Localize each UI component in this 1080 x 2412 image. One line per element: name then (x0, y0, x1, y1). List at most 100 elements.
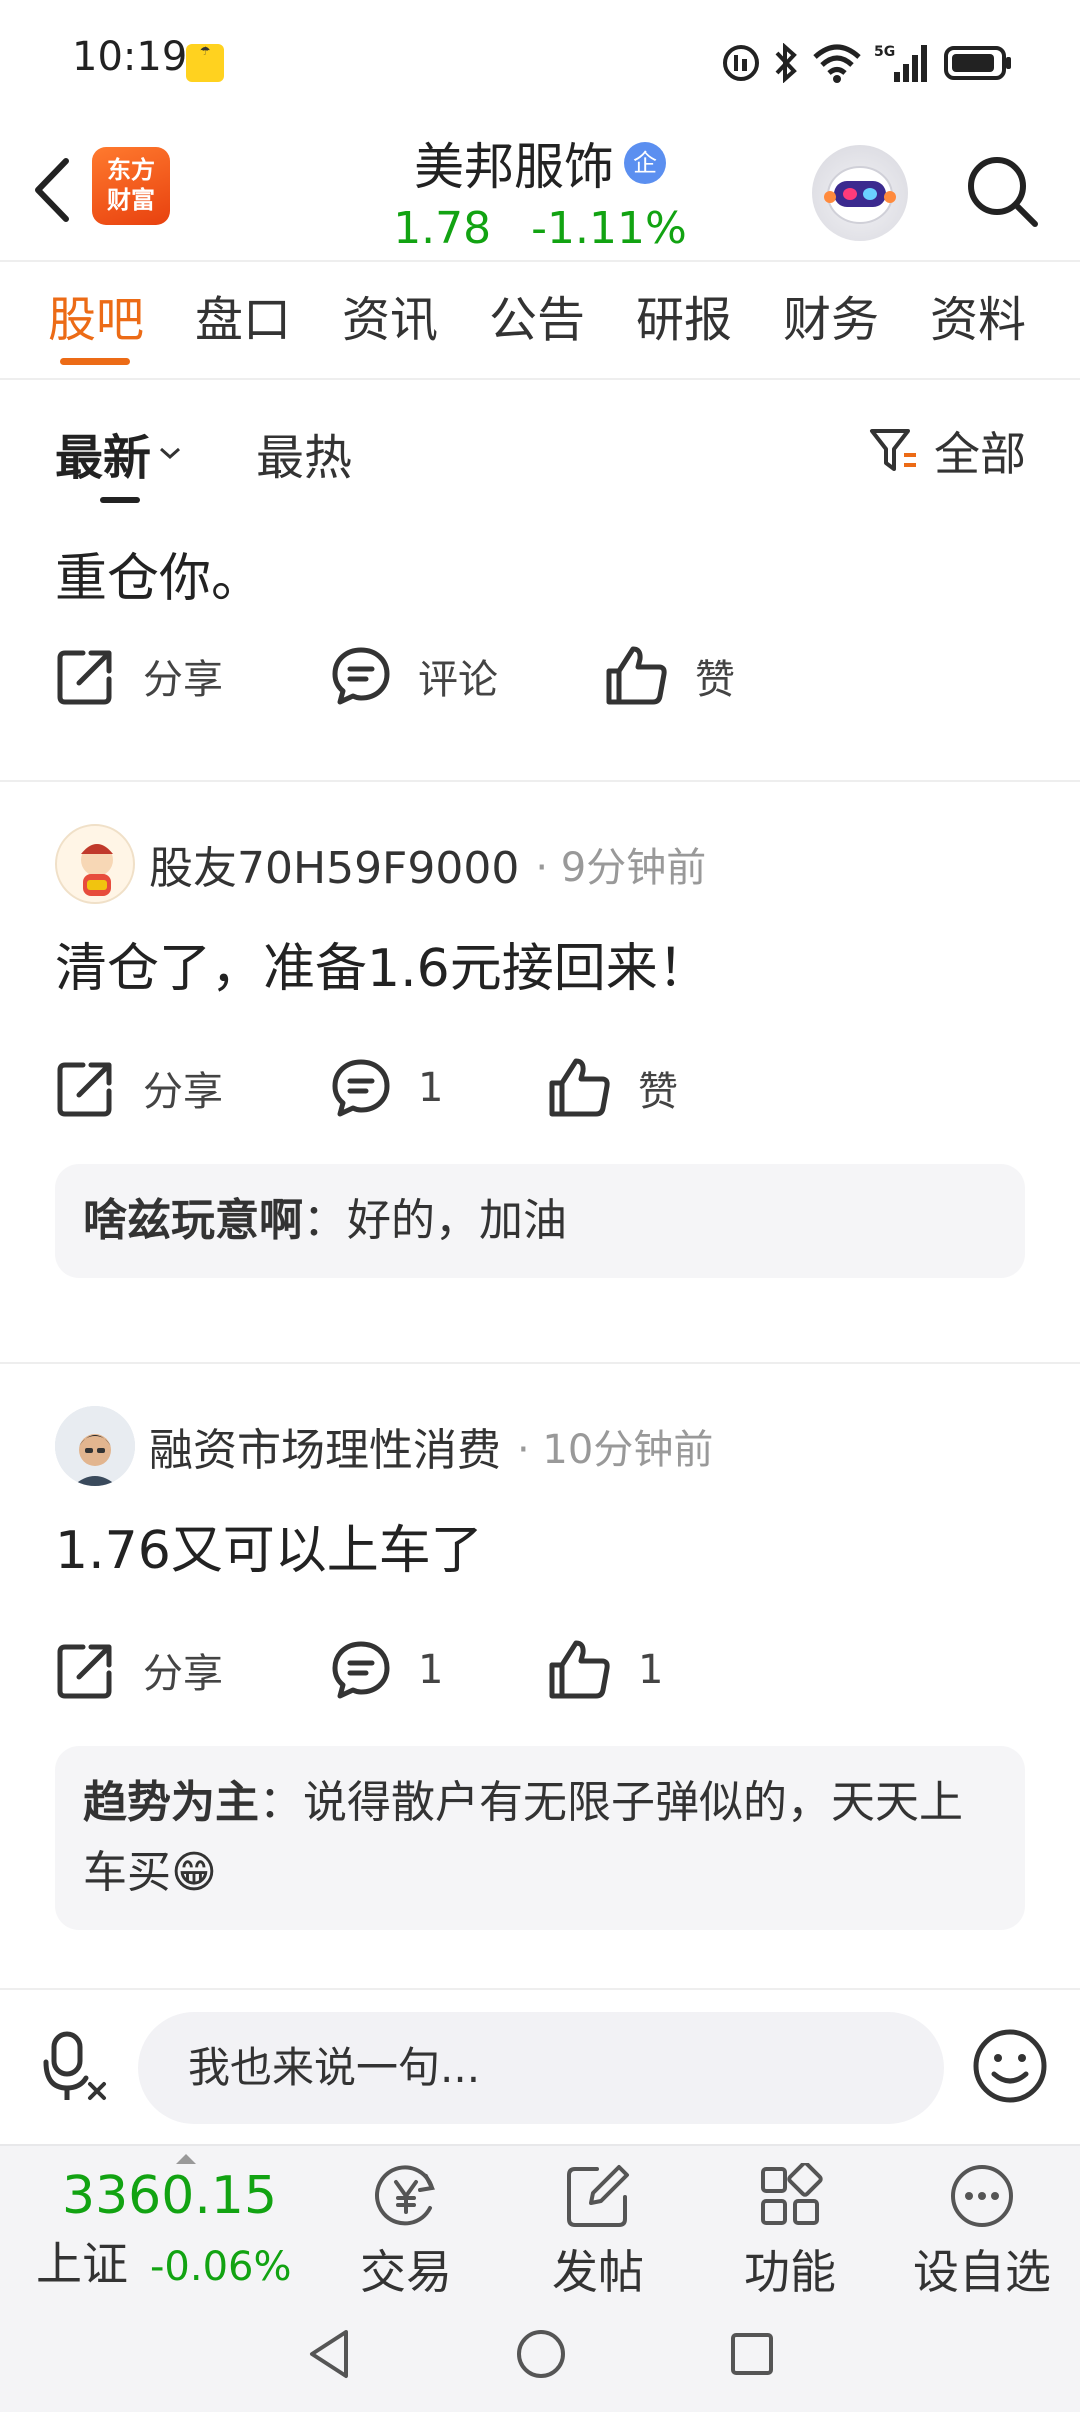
tab-pankou[interactable]: 盘口 (195, 261, 342, 379)
nav-label: 功能 (744, 2245, 836, 2299)
comment-icon (332, 1059, 390, 1117)
share-label: 分享 (143, 1651, 223, 1697)
ai-assistant-avatar[interactable] (812, 145, 908, 241)
tab-guba[interactable]: 股吧 (48, 261, 195, 379)
sort-latest-dropdown[interactable]: 最新 (55, 418, 183, 488)
filter-button[interactable]: 全部 (868, 418, 1026, 484)
status-indicators: 5G (722, 38, 1014, 88)
share-label: 分享 (143, 1069, 223, 1115)
battery-icon (944, 46, 1011, 80)
comment-icon (332, 647, 390, 705)
eastmoney-logo[interactable]: 东方 财富 (92, 147, 170, 225)
share-icon (57, 650, 112, 705)
reply-user[interactable]: 啥兹玩意啊 (83, 1195, 303, 1246)
sort-active-indicator (100, 497, 140, 503)
tab-finance[interactable]: 财务 (783, 261, 930, 379)
svg-text:5G: 5G (874, 44, 895, 60)
comment-count: 1 (418, 1065, 444, 1111)
comment-input[interactable]: 我也来说一句... (138, 2012, 944, 2124)
voice-input-button[interactable] (40, 2028, 120, 2108)
system-navigation-bar (0, 2296, 1080, 2412)
like-button[interactable]: 赞 (605, 645, 735, 707)
tab-profile[interactable]: 资料 (930, 261, 1077, 379)
post-author[interactable]: 股友70H59F9000 · 9分钟前 (55, 824, 1025, 904)
tab-research[interactable]: 研报 (636, 261, 783, 379)
comment-button[interactable]: 评论 (330, 645, 605, 707)
post-item[interactable]: 融资市场理性消费 · 10分钟前 1.76又可以上车了 分享 1 1 趋势为主：… (0, 1406, 1080, 1988)
recents-square-icon[interactable] (728, 2330, 776, 2378)
post-feed[interactable]: 重仓你。 分享 评论 赞 股友70H59F9000 · 9分钟前 清仓了，准备1… (0, 520, 1080, 1988)
sort-hot-button[interactable]: 最热 (256, 418, 352, 488)
status-bar: 10:19 ☂ 5G (0, 0, 1080, 125)
reply-preview[interactable]: 啥兹玩意啊：好的，加油 (55, 1164, 1025, 1278)
post-content: 重仓你。 (55, 549, 264, 609)
post-actions: 分享 评论 赞 (55, 636, 1025, 716)
home-circle-icon[interactable] (514, 2327, 568, 2381)
reply-preview[interactable]: 趋势为主：说得散户有无限子弹似的，天天上车买😁 (55, 1746, 1025, 1930)
more-circle-icon (951, 2165, 1013, 2227)
share-button[interactable]: 分享 (55, 1057, 330, 1119)
index-name: 上证 (36, 2237, 128, 2291)
back-button[interactable] (22, 145, 82, 235)
search-button[interactable] (958, 147, 1048, 237)
market-index-widget[interactable]: 3360.15 上证 -0.06% (36, 2154, 326, 2294)
share-icon (57, 1644, 112, 1699)
sort-latest-label: 最新 (55, 430, 152, 486)
share-button[interactable]: 分享 (55, 1639, 330, 1701)
search-icon (968, 157, 1038, 227)
post-content: 1.76又可以上车了 (55, 1521, 483, 1581)
nav-label: 设自选 (913, 2245, 1051, 2299)
share-label: 分享 (143, 657, 223, 703)
cellular-signal-icon: 5G (874, 44, 927, 82)
user-name[interactable]: 股友70H59F9000 (149, 832, 519, 896)
nav-add-watchlist[interactable]: 设自选 (902, 2156, 1062, 2302)
bluetooth-icon (775, 43, 797, 83)
microphone-icon (43, 2031, 106, 2100)
edit-post-icon (567, 2165, 629, 2227)
reply-user[interactable]: 趋势为主 (83, 1777, 259, 1828)
enterprise-badge: 企 (624, 142, 666, 184)
user-avatar[interactable] (55, 824, 135, 904)
like-button[interactable]: 赞 (548, 1057, 678, 1119)
comment-button[interactable]: 1 (330, 1057, 548, 1119)
comment-button[interactable]: 1 (330, 1639, 548, 1701)
nav-functions[interactable]: 功能 (710, 2156, 870, 2302)
nav-label: 交易 (360, 2245, 452, 2299)
like-label: 赞 (638, 1069, 678, 1115)
post-item[interactable]: 股友70H59F9000 · 9分钟前 清仓了，准备1.6元接回来！ 分享 1 … (0, 824, 1080, 1364)
filter-icon (870, 429, 916, 471)
stock-change: -1.11% (531, 203, 687, 254)
comment-label: 评论 (418, 657, 498, 703)
nav-label: 发帖 (552, 2245, 644, 2299)
weather-app-icon: ☂ (186, 44, 224, 82)
user-name[interactable]: 融资市场理性消费 (149, 1414, 501, 1478)
comment-count: 1 (418, 1647, 444, 1693)
stock-tabs: 股吧 盘口 资讯 公告 研报 财务 资料 (0, 262, 1080, 380)
status-time: 10:19 (72, 34, 188, 80)
reply-text: ：好的，加油 (303, 1195, 567, 1246)
sort-bar: 最新 最热 全部 (0, 380, 1080, 520)
back-triangle-icon[interactable] (304, 2326, 354, 2382)
yen-exchange-icon (375, 2165, 435, 2226)
smiley-icon (973, 2029, 1047, 2103)
post-time: · 9分钟前 (535, 845, 707, 891)
share-icon (57, 1062, 112, 1117)
user-avatar[interactable] (55, 1406, 135, 1486)
stock-price: 1.78 (393, 203, 492, 254)
stock-header: 东方 财富 美邦服饰 企 1.78 -1.11% (0, 125, 1080, 262)
bottom-nav: 3360.15 上证 -0.06% 交易 发帖 功能 设自选 (0, 2144, 1080, 2299)
comment-icon (332, 1641, 390, 1699)
post-time: · 10分钟前 (517, 1427, 714, 1473)
post-author[interactable]: 融资市场理性消费 · 10分钟前 (55, 1406, 1025, 1486)
nav-post[interactable]: 发帖 (518, 2156, 678, 2302)
emoji-button[interactable] (968, 2024, 1052, 2108)
thumbs-up-icon (549, 1640, 610, 1699)
like-button[interactable]: 1 (548, 1639, 663, 1701)
tab-news[interactable]: 资讯 (342, 261, 489, 379)
share-button[interactable]: 分享 (55, 645, 330, 707)
post-item[interactable]: 重仓你。 分享 评论 赞 (0, 520, 1080, 782)
nav-trade[interactable]: 交易 (326, 2156, 486, 2302)
filter-label: 全部 (934, 427, 1026, 481)
tab-announcements[interactable]: 公告 (489, 261, 636, 379)
like-count: 1 (638, 1647, 664, 1693)
